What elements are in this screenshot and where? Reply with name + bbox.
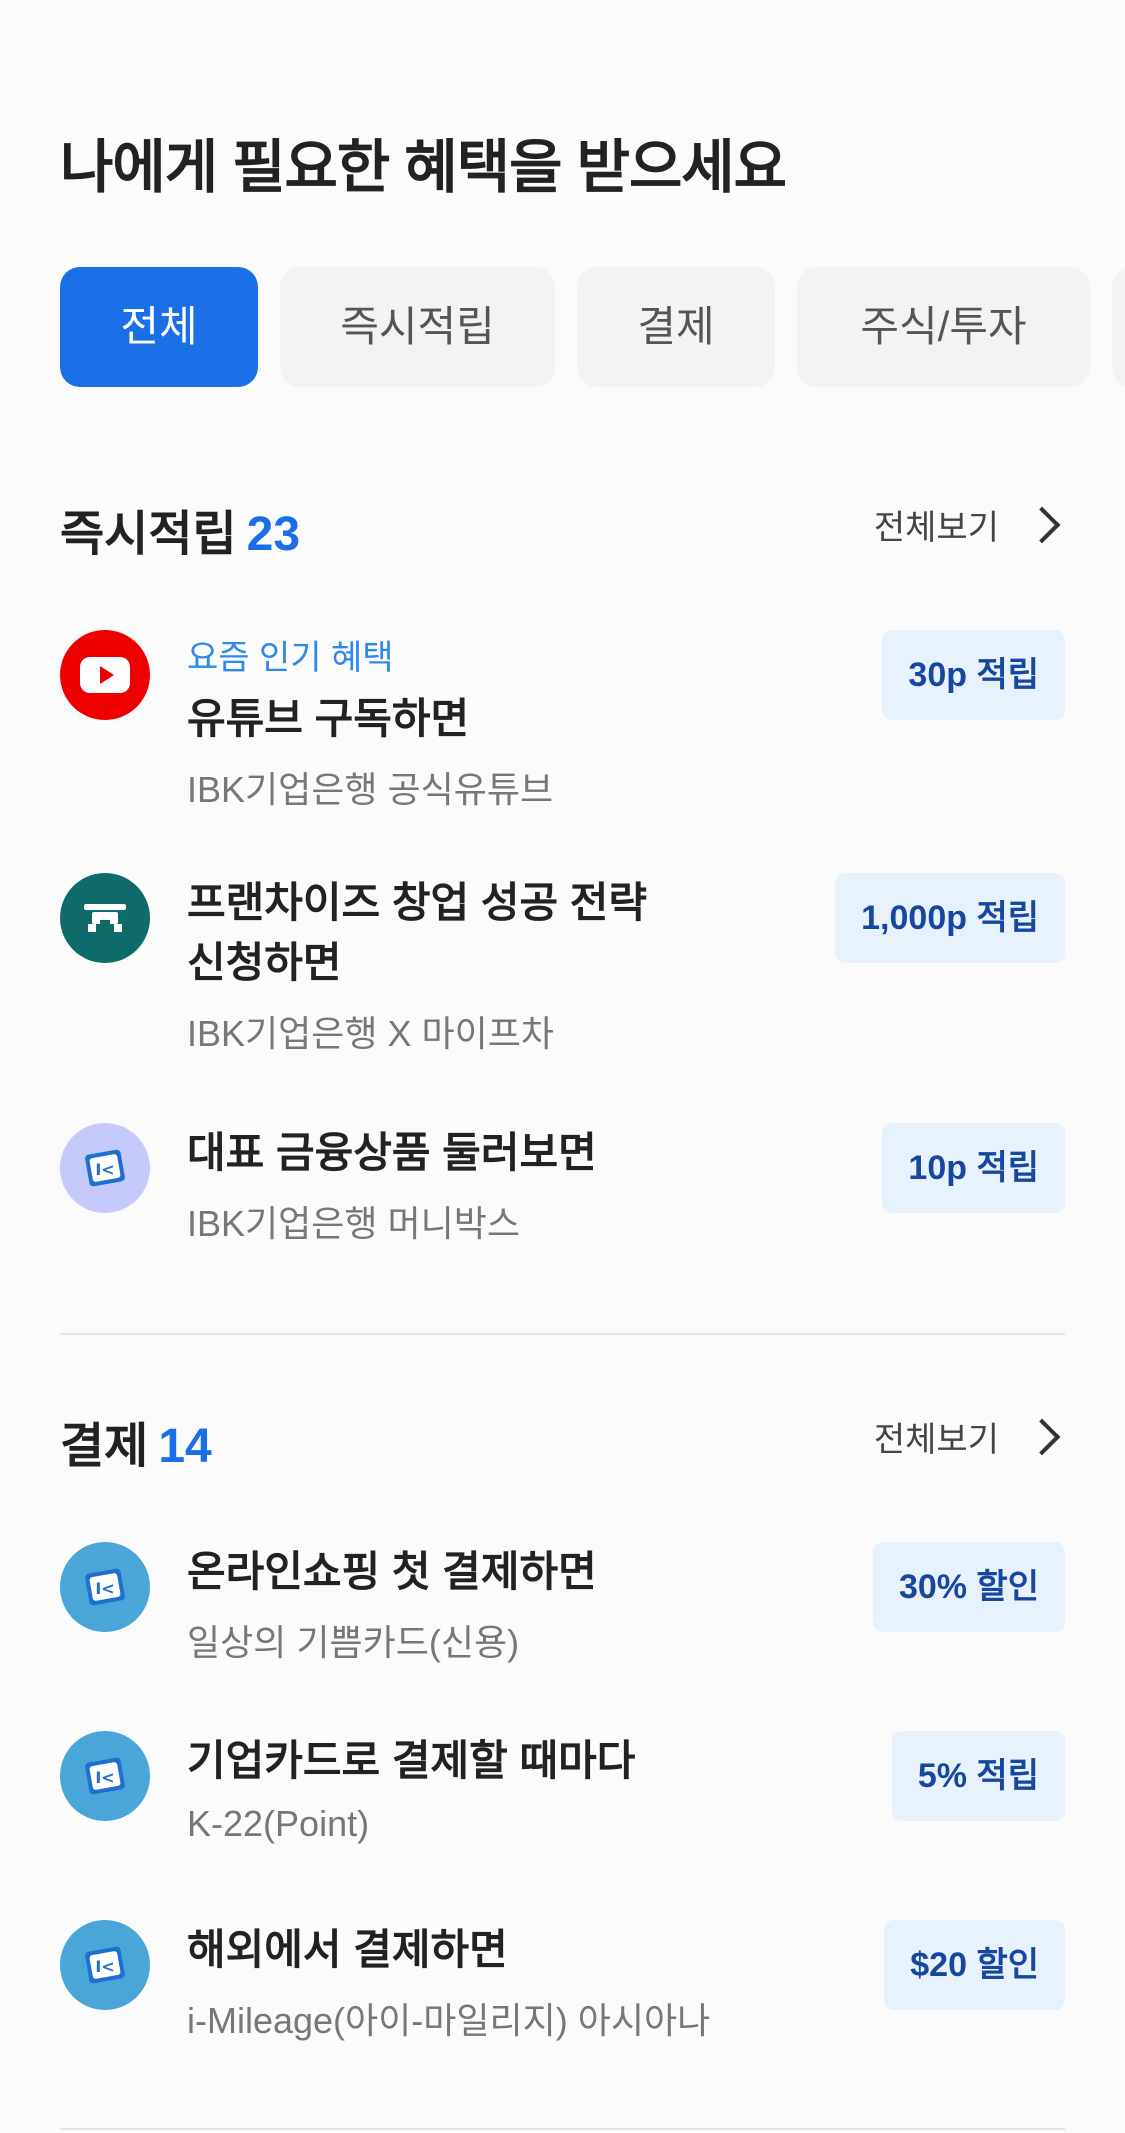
- see-all-button[interactable]: 전체보기: [874, 500, 1061, 549]
- reward-badge: 30% 할인: [872, 1542, 1065, 1632]
- ibk-card-icon: I<: [60, 1731, 150, 1821]
- reward-badge: $20 할인: [884, 1920, 1065, 2010]
- item-title: 해외에서 결제하면: [187, 1926, 508, 1973]
- section-title: 즉시적립 23: [60, 508, 301, 561]
- filter-chip-payment[interactable]: 결제: [577, 267, 775, 387]
- item-title: 온라인쇼핑 첫 결제하면: [187, 1548, 597, 1595]
- list-item-money-box[interactable]: I< 대표 금융상품 둘러보면 IBK기업은행 머니박스 10p 적립: [60, 1123, 1065, 1244]
- svg-text:I<: I<: [95, 1957, 114, 1976]
- filter-chip-instant-points[interactable]: 즉시적립: [280, 267, 555, 387]
- list-item-youtube[interactable]: 요즘 인기 혜택 유튜브 구독하면 IBK기업은행 공식유튜브 30p 적립: [60, 630, 1065, 810]
- section-count: 14: [158, 1420, 212, 1473]
- reward-badge: 10p 적립: [882, 1123, 1065, 1213]
- reward-badge: 1,000p 적립: [835, 873, 1065, 963]
- chevron-right-icon: [1023, 1418, 1061, 1455]
- reward-badge: 5% 적립: [891, 1731, 1065, 1821]
- item-title: 유튜브 구독하면: [187, 695, 470, 742]
- section-divider: [60, 1333, 1065, 1335]
- item-title: 대표 금융상품 둘러보면: [187, 1129, 597, 1176]
- list-item-franchise[interactable]: 프랜차이즈 창업 성공 전략 신청하면 IBK기업은행 X 마이프차 1,000…: [60, 873, 1065, 1054]
- section-divider: [60, 2128, 1065, 2130]
- list-item-overseas-payment[interactable]: I< 해외에서 결제하면 i-Mileage(아이-마일리지) 아시아나 $20…: [60, 1920, 1065, 2041]
- filter-chip-bar: 전체 즉시적립 결제 주식/투자: [60, 267, 1125, 387]
- ibk-card-icon: I<: [60, 1123, 150, 1213]
- svg-text:I<: I<: [95, 1579, 114, 1598]
- filter-chip-more[interactable]: [1112, 267, 1125, 387]
- svg-text:I<: I<: [95, 1160, 114, 1179]
- item-subtitle: IBK기업은행 머니박스: [187, 1203, 520, 1244]
- section-header-instant-points: 즉시적립 23 전체보기: [60, 494, 1065, 564]
- see-all-button[interactable]: 전체보기: [874, 1412, 1061, 1461]
- chevron-right-icon: [1023, 506, 1061, 543]
- item-title: 프랜차이즈 창업 성공 전략 신청하면: [187, 879, 648, 986]
- item-subtitle: i-Mileage(아이-마일리지) 아시아나: [187, 2000, 711, 2041]
- item-subtitle: 일상의 기쁨카드(신용): [187, 1622, 520, 1663]
- franchise-icon: [60, 873, 150, 963]
- item-subtitle: K-22(Point): [187, 1803, 370, 1844]
- ibk-card-icon: I<: [60, 1920, 150, 2010]
- section-count: 23: [246, 508, 301, 561]
- item-eyebrow: 요즘 인기 혜택: [187, 639, 394, 677]
- svg-text:I<: I<: [95, 1768, 114, 1787]
- youtube-icon: [60, 630, 150, 720]
- list-item-corporate-card[interactable]: I< 기업카드로 결제할 때마다 K-22(Point) 5% 적립: [60, 1731, 1065, 1851]
- reward-badge: 30p 적립: [882, 630, 1065, 720]
- section-header-payment: 결제 14 전체보기: [60, 1406, 1065, 1476]
- filter-chip-all[interactable]: 전체: [60, 267, 258, 387]
- page-title: 나에게 필요한 혜택을 받으세요: [60, 135, 787, 200]
- item-subtitle: IBK기업은행 X 마이프차: [187, 1013, 555, 1054]
- item-subtitle: IBK기업은행 공식유튜브: [187, 769, 554, 810]
- filter-chip-stocks[interactable]: 주식/투자: [797, 267, 1090, 387]
- item-title: 기업카드로 결제할 때마다: [187, 1737, 636, 1784]
- ibk-card-icon: I<: [60, 1542, 150, 1632]
- list-item-online-shopping[interactable]: I< 온라인쇼핑 첫 결제하면 일상의 기쁨카드(신용) 30% 할인: [60, 1542, 1065, 1663]
- section-title: 결제 14: [60, 1420, 212, 1473]
